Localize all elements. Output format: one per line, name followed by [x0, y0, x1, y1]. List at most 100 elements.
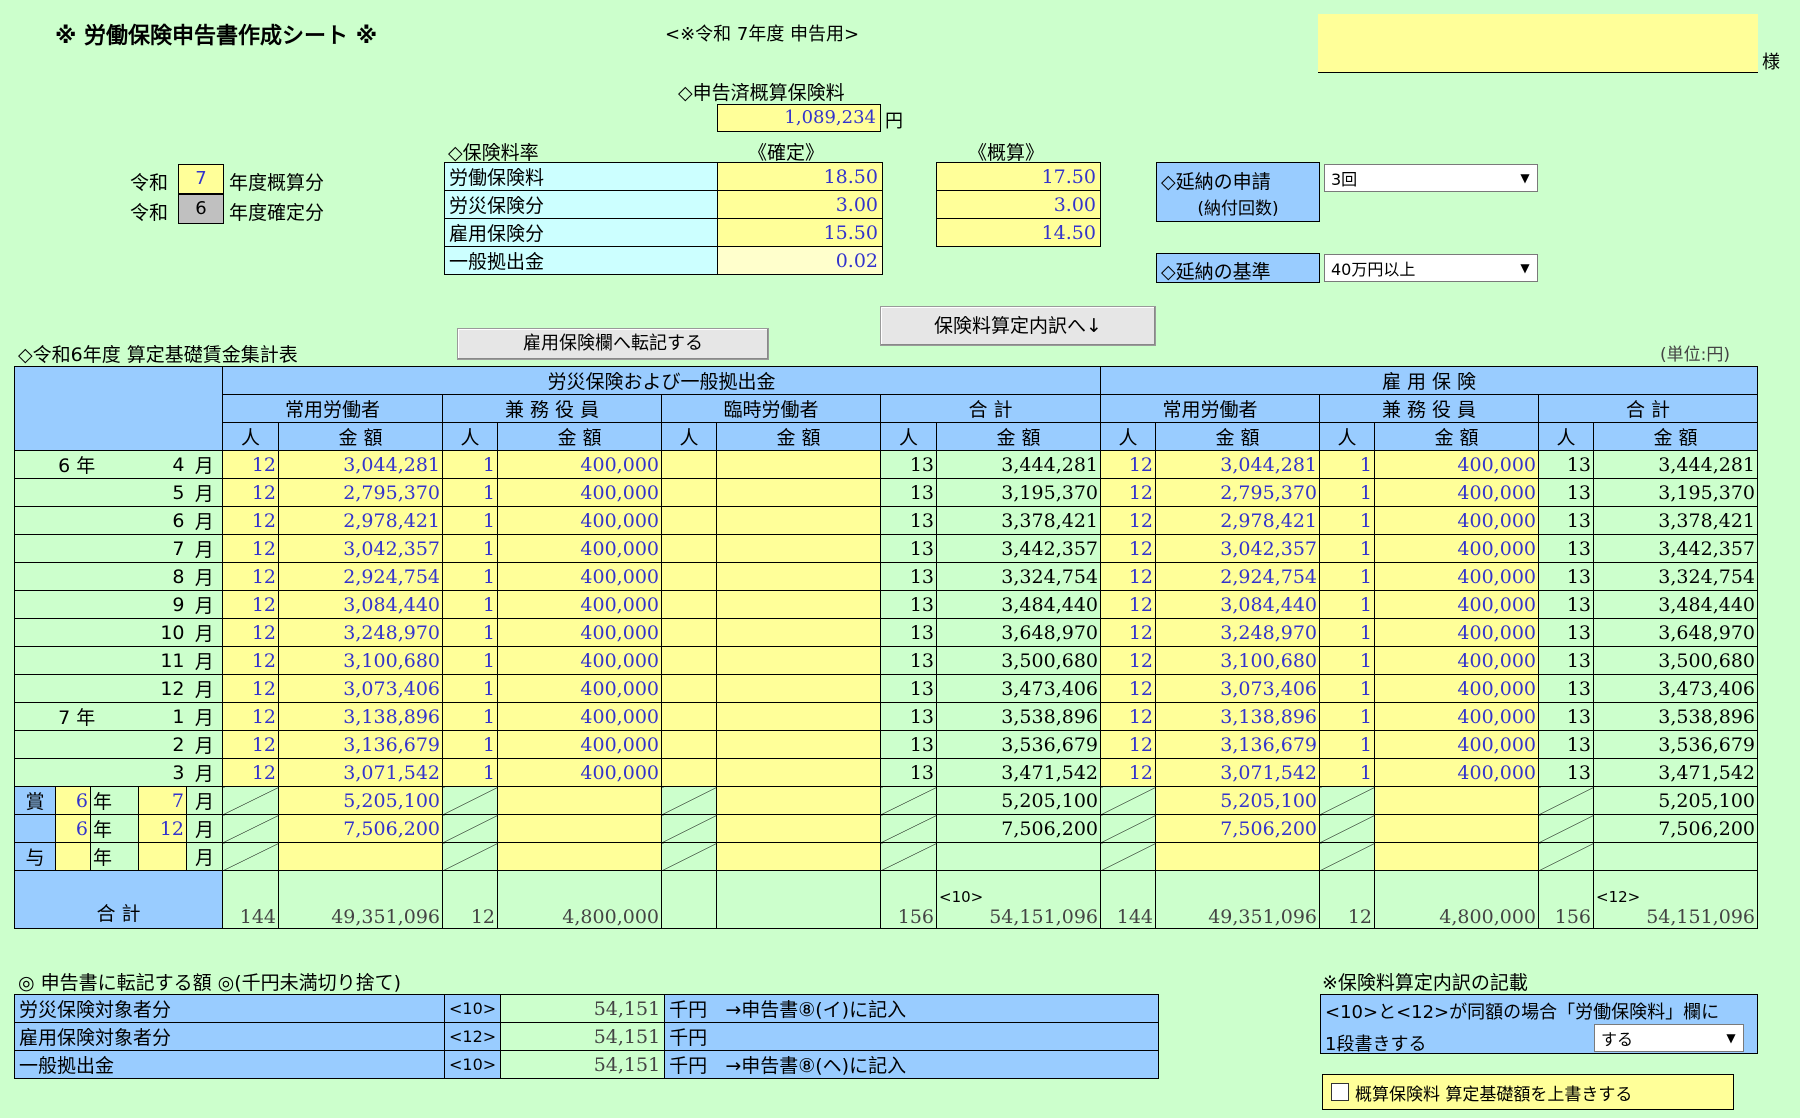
koyou-kenmu-person[interactable]: 1: [1319, 730, 1375, 759]
koyou-joyou-amount[interactable]: 2,978,421: [1155, 506, 1320, 535]
bonus-koyou-joyou-amount[interactable]: 7,506,200: [1155, 814, 1320, 843]
kenmu-amount[interactable]: 400,000: [497, 618, 662, 647]
rinji-person[interactable]: [661, 506, 717, 535]
bonus-year[interactable]: 6: [55, 786, 91, 815]
koyou-kenmu-amount[interactable]: 400,000: [1374, 758, 1539, 787]
shinkokuzumi-value[interactable]: 1,089,234: [717, 104, 881, 132]
koyou-kenmu-amount[interactable]: 400,000: [1374, 702, 1539, 731]
koyou-joyou-amount[interactable]: 3,136,679: [1155, 730, 1320, 759]
joyou-amount[interactable]: 3,073,406: [278, 674, 443, 703]
koyou-joyou-person[interactable]: 12: [1100, 590, 1156, 619]
chevron-down-icon[interactable]: ▼: [1513, 165, 1537, 191]
bonus-month[interactable]: [138, 842, 187, 871]
koyou-joyou-amount[interactable]: 3,248,970: [1155, 618, 1320, 647]
koyou-kenmu-person[interactable]: 1: [1319, 534, 1375, 563]
transfer-employment-button[interactable]: 雇用保険欄へ転記する: [457, 328, 769, 360]
kenmu-amount[interactable]: 400,000: [497, 758, 662, 787]
koyou-joyou-amount[interactable]: 3,084,440: [1155, 590, 1320, 619]
koyou-kenmu-amount[interactable]: 400,000: [1374, 674, 1539, 703]
rinji-person[interactable]: [661, 562, 717, 591]
koyou-kenmu-amount[interactable]: 400,000: [1374, 506, 1539, 535]
kenmu-amount[interactable]: 400,000: [497, 478, 662, 507]
kenmu-person[interactable]: 1: [442, 590, 498, 619]
rate-kakutei[interactable]: 0.02: [717, 246, 883, 275]
company-name-field[interactable]: [1318, 14, 1758, 73]
koyou-kenmu-person[interactable]: 1: [1319, 478, 1375, 507]
bonus-kenmu-amount[interactable]: [497, 814, 662, 843]
kenmu-person[interactable]: 1: [442, 450, 498, 479]
koyou-kenmu-person[interactable]: 1: [1319, 506, 1375, 535]
kenmu-amount[interactable]: 400,000: [497, 534, 662, 563]
koyou-joyou-person[interactable]: 12: [1100, 534, 1156, 563]
kenmu-amount[interactable]: 400,000: [497, 702, 662, 731]
kenmu-person[interactable]: 1: [442, 646, 498, 675]
koyou-kenmu-person[interactable]: 1: [1319, 758, 1375, 787]
rinji-person[interactable]: [661, 618, 717, 647]
koyou-joyou-person[interactable]: 12: [1100, 618, 1156, 647]
rinji-person[interactable]: [661, 674, 717, 703]
koyou-joyou-amount[interactable]: 3,042,357: [1155, 534, 1320, 563]
breakdown-select[interactable]: する ▼: [1594, 1024, 1744, 1052]
rinji-amount[interactable]: [716, 758, 881, 787]
kenmu-amount[interactable]: 400,000: [497, 562, 662, 591]
rate-kakutei[interactable]: 3.00: [717, 190, 883, 219]
rinji-person[interactable]: [661, 478, 717, 507]
breakdown-button[interactable]: 保険料算定内訳へ↓: [880, 306, 1156, 346]
joyou-amount[interactable]: 3,042,357: [278, 534, 443, 563]
koyou-joyou-amount[interactable]: 3,073,406: [1155, 674, 1320, 703]
bonus-month[interactable]: 12: [138, 814, 187, 843]
rate-gaisan[interactable]: 17.50: [936, 162, 1101, 191]
koyou-kenmu-person[interactable]: 1: [1319, 674, 1375, 703]
gaisan-year-input[interactable]: 7: [178, 164, 224, 194]
joyou-person[interactable]: 12: [222, 702, 279, 731]
rinji-amount[interactable]: [716, 674, 881, 703]
bonus-year[interactable]: [55, 842, 91, 871]
joyou-person[interactable]: 12: [222, 590, 279, 619]
joyou-person[interactable]: 12: [222, 730, 279, 759]
koyou-kenmu-amount[interactable]: 400,000: [1374, 590, 1539, 619]
koyou-kenmu-amount[interactable]: 400,000: [1374, 534, 1539, 563]
rate-gaisan[interactable]: 14.50: [936, 218, 1101, 247]
ennou-basis-select[interactable]: 40万円以上 ▼: [1324, 254, 1538, 282]
bonus-koyou-kenmu-amount[interactable]: [1374, 842, 1539, 871]
joyou-person[interactable]: 12: [222, 478, 279, 507]
koyou-kenmu-person[interactable]: 1: [1319, 590, 1375, 619]
kenmu-person[interactable]: 1: [442, 730, 498, 759]
rinji-person[interactable]: [661, 758, 717, 787]
joyou-amount[interactable]: 3,100,680: [278, 646, 443, 675]
checkbox-icon[interactable]: [1331, 1083, 1349, 1101]
chevron-down-icon[interactable]: ▼: [1513, 255, 1537, 281]
koyou-joyou-person[interactable]: 12: [1100, 758, 1156, 787]
rinji-amount[interactable]: [716, 618, 881, 647]
kenmu-person[interactable]: 1: [442, 758, 498, 787]
koyou-kenmu-amount[interactable]: 400,000: [1374, 478, 1539, 507]
joyou-person[interactable]: 12: [222, 450, 279, 479]
rinji-person[interactable]: [661, 450, 717, 479]
joyou-amount[interactable]: 3,084,440: [278, 590, 443, 619]
bonus-koyou-kenmu-amount[interactable]: [1374, 786, 1539, 815]
kenmu-amount[interactable]: 400,000: [497, 730, 662, 759]
koyou-joyou-amount[interactable]: 3,138,896: [1155, 702, 1320, 731]
joyou-amount[interactable]: 3,044,281: [278, 450, 443, 479]
koyou-kenmu-person[interactable]: 1: [1319, 646, 1375, 675]
koyou-joyou-amount[interactable]: 3,100,680: [1155, 646, 1320, 675]
joyou-amount[interactable]: 3,248,970: [278, 618, 443, 647]
kenmu-person[interactable]: 1: [442, 478, 498, 507]
koyou-joyou-amount[interactable]: 2,924,754: [1155, 562, 1320, 591]
bonus-rinji-amount[interactable]: [716, 814, 881, 843]
koyou-kenmu-amount[interactable]: 400,000: [1374, 646, 1539, 675]
bonus-month[interactable]: 7: [138, 786, 187, 815]
bonus-koyou-joyou-amount[interactable]: [1155, 842, 1320, 871]
joyou-person[interactable]: 12: [222, 506, 279, 535]
rate-kakutei[interactable]: 15.50: [717, 218, 883, 247]
bonus-joyou-amount[interactable]: 5,205,100: [278, 786, 443, 815]
joyou-person[interactable]: 12: [222, 618, 279, 647]
rinji-amount[interactable]: [716, 562, 881, 591]
rinji-amount[interactable]: [716, 478, 881, 507]
joyou-amount[interactable]: 2,795,370: [278, 478, 443, 507]
overwrite-checkbox-control[interactable]: 概算保険料 算定基礎額を上書きする: [1322, 1074, 1734, 1110]
koyou-joyou-amount[interactable]: 2,795,370: [1155, 478, 1320, 507]
koyou-kenmu-person[interactable]: 1: [1319, 618, 1375, 647]
koyou-joyou-person[interactable]: 12: [1100, 702, 1156, 731]
joyou-person[interactable]: 12: [222, 758, 279, 787]
